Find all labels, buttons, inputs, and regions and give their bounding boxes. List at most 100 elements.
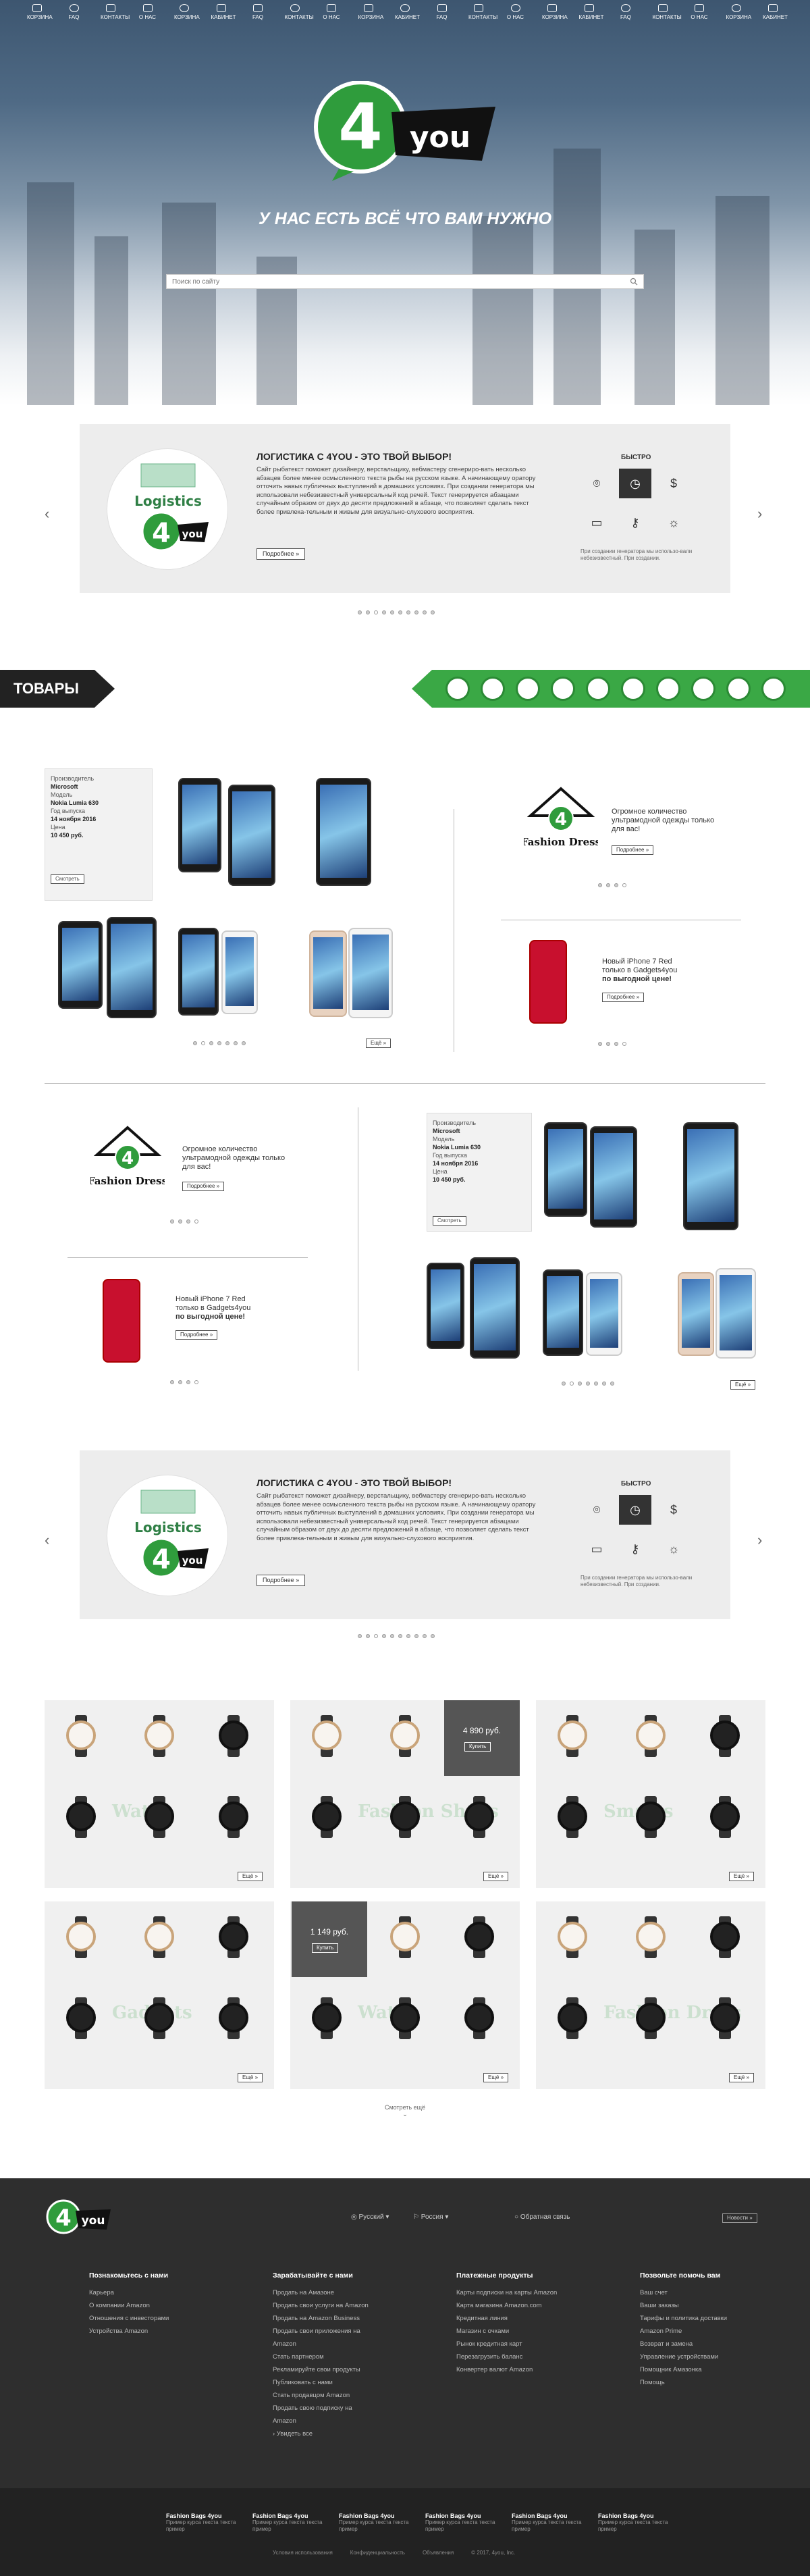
nav-item[interactable]: КОРЗИНА <box>174 0 200 28</box>
watch-image[interactable] <box>558 1802 587 1831</box>
carousel-dot[interactable] <box>598 883 602 887</box>
phone-image[interactable] <box>178 928 219 1016</box>
legal-link[interactable]: Условия использования <box>273 2550 333 2556</box>
phone-image[interactable] <box>309 930 347 1017</box>
watch-image[interactable] <box>558 2003 587 2032</box>
more-button[interactable]: Ещё » <box>238 2073 263 2082</box>
nav-item[interactable]: КОНТАКТЫ <box>468 0 497 28</box>
watch-image[interactable] <box>219 2003 248 2032</box>
watch-image[interactable] <box>66 1802 96 1831</box>
carousel-dot[interactable] <box>594 1382 598 1386</box>
watch-image[interactable] <box>66 1720 96 1750</box>
phone-image[interactable] <box>544 1122 587 1217</box>
language-selector[interactable]: ◎ Русский ▾ <box>351 2213 389 2221</box>
logistics-more-button[interactable]: Подробнее » <box>256 548 306 560</box>
carousel-dot[interactable] <box>598 1042 602 1046</box>
carousel-dot[interactable] <box>614 1042 618 1046</box>
fashion-dress-logo[interactable]: 4 Fashion Dress <box>524 777 598 864</box>
nav-item[interactable]: КОНТАКТЫ <box>285 0 314 28</box>
watch-image[interactable] <box>558 1720 587 1750</box>
phone-image[interactable] <box>178 778 221 872</box>
watch-image[interactable] <box>710 2003 740 2032</box>
fashion-dress-logo[interactable]: 4 Fashion Dress <box>90 1115 165 1203</box>
search-bar[interactable] <box>166 274 644 289</box>
watch-image[interactable] <box>710 1802 740 1831</box>
watch-image[interactable] <box>390 1922 420 1951</box>
footer-link[interactable]: Продать на Amazon Business <box>273 2312 421 2325</box>
legal-link[interactable]: © 2017, 4you, Inc. <box>471 2550 515 2556</box>
footer-link[interactable]: Amazon <box>273 2415 421 2427</box>
carousel-dot[interactable] <box>366 610 370 614</box>
brand-badge[interactable] <box>621 677 645 701</box>
carousel-dot[interactable] <box>431 610 435 614</box>
phone-image[interactable] <box>427 1263 464 1349</box>
watch-image[interactable] <box>219 1802 248 1831</box>
footer-logo[interactable]: 4 you <box>45 2199 112 2238</box>
carousel-dot[interactable] <box>614 883 618 887</box>
nav-item[interactable]: КОНТАКТЫ <box>653 0 682 28</box>
watch-image[interactable] <box>636 2003 666 2032</box>
carousel-dot[interactable] <box>170 1219 174 1224</box>
carousel-dot[interactable] <box>201 1041 205 1045</box>
brand-badge[interactable] <box>551 677 575 701</box>
footer-link[interactable]: Карьера <box>89 2286 238 2299</box>
carousel-dot[interactable] <box>186 1380 190 1384</box>
brand-badge[interactable] <box>656 677 680 701</box>
more-button[interactable]: Ещё » <box>729 2073 755 2082</box>
phone-image[interactable] <box>316 778 371 886</box>
carousel-next-arrow[interactable]: › <box>757 505 762 523</box>
feedback-link[interactable]: ○ Обратная связь <box>514 2213 570 2221</box>
watch-tile[interactable]: Fashion Dress Ещё » <box>536 1901 765 2089</box>
watch-image[interactable] <box>312 1720 342 1750</box>
price-overlay[interactable]: 1 149 руб. Купить <box>292 1901 367 1977</box>
footer-bottom-link[interactable]: Fashion Bags 4you Пример курса текста тек… <box>339 2513 413 2533</box>
nav-item[interactable]: FAQ <box>432 0 452 28</box>
brand-badge[interactable] <box>691 677 716 701</box>
carousel-dot[interactable] <box>390 610 394 614</box>
watch-image[interactable] <box>144 1720 174 1750</box>
carousel-dot[interactable] <box>194 1380 198 1384</box>
carousel-dot[interactable] <box>209 1041 213 1045</box>
footer-bottom-link[interactable]: Fashion Bags 4you Пример курса текста тек… <box>598 2513 672 2533</box>
more-button[interactable]: Ещё » <box>729 1872 755 1881</box>
more-button[interactable]: Ещё » <box>730 1380 756 1390</box>
footer-link[interactable]: Карты подписки на карты Amazon <box>456 2286 605 2299</box>
carousel-dot[interactable] <box>423 1634 427 1638</box>
watch-image[interactable] <box>636 1802 666 1831</box>
watch-image[interactable] <box>144 2003 174 2032</box>
nav-item[interactable]: FAQ <box>248 0 268 28</box>
nav-item[interactable]: КОРЗИНА <box>27 0 53 28</box>
brand-badge[interactable] <box>761 677 786 701</box>
iphone-red-image[interactable] <box>103 1279 140 1363</box>
nav-item[interactable]: КОНТАКТЫ <box>101 0 130 28</box>
carousel-dot[interactable] <box>234 1041 238 1045</box>
watch-image[interactable] <box>144 1922 174 1951</box>
carousel-dot[interactable] <box>358 610 362 614</box>
footer-link[interactable]: Стать партнером <box>273 2350 421 2363</box>
carousel-dot[interactable] <box>178 1380 182 1384</box>
footer-link[interactable]: Стать продавцом Amazon <box>273 2389 421 2402</box>
carousel-dot[interactable] <box>406 610 410 614</box>
brand-badge[interactable] <box>446 677 470 701</box>
footer-link[interactable]: О компании Amazon <box>89 2299 238 2312</box>
fashion-more-button[interactable]: Подробнее » <box>182 1182 225 1191</box>
carousel-dot[interactable] <box>398 610 402 614</box>
watch-image[interactable] <box>710 1720 740 1750</box>
watch-image[interactable] <box>312 1802 342 1831</box>
footer-link[interactable]: Публиковать с нами <box>273 2376 421 2389</box>
carousel-dot[interactable] <box>622 883 626 887</box>
phone-image[interactable] <box>543 1269 583 1356</box>
carousel-dot[interactable] <box>225 1041 230 1045</box>
carousel-dot[interactable] <box>423 610 427 614</box>
footer-link[interactable]: Продать свои приложения на <box>273 2325 421 2338</box>
brand-badge[interactable] <box>726 677 751 701</box>
nav-item[interactable]: КОРЗИНА <box>542 0 568 28</box>
footer-link[interactable]: Помощь <box>640 2376 788 2389</box>
carousel-dot[interactable] <box>186 1219 190 1224</box>
watch-tile[interactable]: SmartsЕщё » <box>536 1700 765 1888</box>
watch-image[interactable] <box>390 2003 420 2032</box>
buy-button[interactable]: Купить <box>464 1742 491 1752</box>
footer-bottom-link[interactable]: Fashion Bags 4you Пример курса текста тек… <box>166 2513 240 2533</box>
carousel-dot[interactable] <box>242 1041 246 1045</box>
nav-item[interactable]: О НАС <box>138 0 158 28</box>
